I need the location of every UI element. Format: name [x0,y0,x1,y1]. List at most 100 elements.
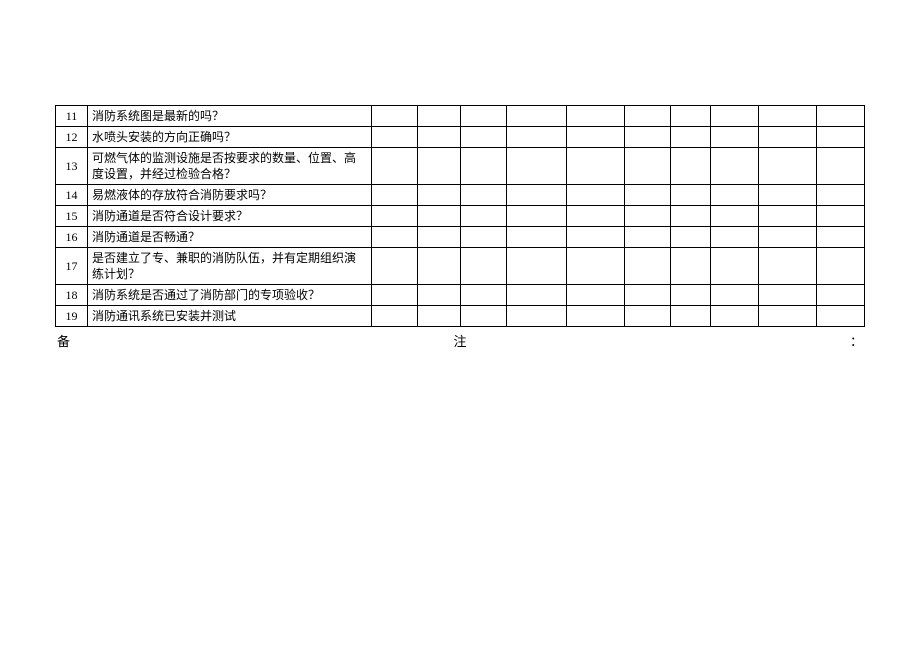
check-cell [567,306,625,327]
document-page: 11消防系统图是最新的吗？12水喷头安装的方向正确吗？13可燃气体的监测设施是否… [0,0,920,651]
check-cell [759,248,817,285]
row-number: 15 [56,206,88,227]
check-cell [711,227,759,248]
check-cell [507,185,567,206]
check-cell [507,248,567,285]
footer-mid: 注 [453,331,466,350]
check-cell [371,248,417,285]
check-cell [625,227,671,248]
row-number: 13 [56,148,88,185]
table-row: 12水喷头安装的方向正确吗？ [56,127,865,148]
check-cell [417,248,461,285]
check-cell [461,127,507,148]
check-cell [567,285,625,306]
check-cell [371,306,417,327]
check-cell [759,127,817,148]
check-cell [759,285,817,306]
check-cell [816,306,864,327]
footer-left: 备 [57,331,70,350]
check-cell [417,206,461,227]
row-description: 消防系统是否通过了消防部门的专项验收？ [87,285,371,306]
row-description: 消防通讯系统已安装并测试 [87,306,371,327]
table-row: 15消防通道是否符合设计要求？ [56,206,865,227]
table-row: 16消防通道是否畅通？ [56,227,865,248]
table-row: 11消防系统图是最新的吗？ [56,106,865,127]
row-description: 可燃气体的监测设施是否按要求的数量、位置、高度设置，并经过检验合格？ [87,148,371,185]
check-cell [816,206,864,227]
check-cell [711,306,759,327]
check-cell [816,148,864,185]
table-row: 19消防通讯系统已安装并测试 [56,306,865,327]
row-number: 18 [56,285,88,306]
check-cell [371,227,417,248]
table-row: 18消防系统是否通过了消防部门的专项验收？ [56,285,865,306]
row-description: 是否建立了专、兼职的消防队伍，并有定期组织演练计划？ [87,248,371,285]
check-cell [711,285,759,306]
check-cell [371,206,417,227]
row-description: 消防通道是否畅通？ [87,227,371,248]
row-number: 14 [56,185,88,206]
check-cell [567,106,625,127]
check-cell [417,227,461,248]
check-cell [759,185,817,206]
check-cell [816,127,864,148]
row-number: 17 [56,248,88,285]
check-cell [567,206,625,227]
check-cell [625,206,671,227]
row-number: 19 [56,306,88,327]
check-cell [371,185,417,206]
check-cell [671,185,711,206]
check-cell [461,206,507,227]
check-cell [711,206,759,227]
footer-right: ： [850,331,863,350]
checklist-table: 11消防系统图是最新的吗？12水喷头安装的方向正确吗？13可燃气体的监测设施是否… [55,105,865,327]
table-row: 13可燃气体的监测设施是否按要求的数量、位置、高度设置，并经过检验合格？ [56,148,865,185]
check-cell [417,148,461,185]
check-cell [461,185,507,206]
check-cell [507,306,567,327]
check-cell [461,148,507,185]
check-cell [671,206,711,227]
check-cell [461,227,507,248]
table-row: 14易燃液体的存放符合消防要求吗？ [56,185,865,206]
row-description: 消防系统图是最新的吗？ [87,106,371,127]
check-cell [507,148,567,185]
check-cell [816,227,864,248]
check-cell [671,127,711,148]
check-cell [567,227,625,248]
check-cell [671,148,711,185]
check-cell [625,148,671,185]
check-cell [625,285,671,306]
row-number: 11 [56,106,88,127]
check-cell [759,227,817,248]
check-cell [625,306,671,327]
check-cell [567,248,625,285]
check-cell [671,227,711,248]
check-cell [461,106,507,127]
check-cell [711,185,759,206]
check-cell [417,106,461,127]
check-cell [711,127,759,148]
check-cell [671,106,711,127]
check-cell [759,148,817,185]
check-cell [507,106,567,127]
check-cell [625,127,671,148]
row-description: 消防通道是否符合设计要求？ [87,206,371,227]
check-cell [461,248,507,285]
check-cell [507,206,567,227]
check-cell [625,185,671,206]
check-cell [816,285,864,306]
row-number: 12 [56,127,88,148]
check-cell [461,285,507,306]
check-cell [371,148,417,185]
check-cell [507,285,567,306]
check-cell [671,248,711,285]
check-cell [417,185,461,206]
check-cell [417,306,461,327]
row-description: 易燃液体的存放符合消防要求吗？ [87,185,371,206]
check-cell [507,127,567,148]
check-cell [567,148,625,185]
table-row: 17是否建立了专、兼职的消防队伍，并有定期组织演练计划？ [56,248,865,285]
check-cell [371,285,417,306]
check-cell [417,285,461,306]
